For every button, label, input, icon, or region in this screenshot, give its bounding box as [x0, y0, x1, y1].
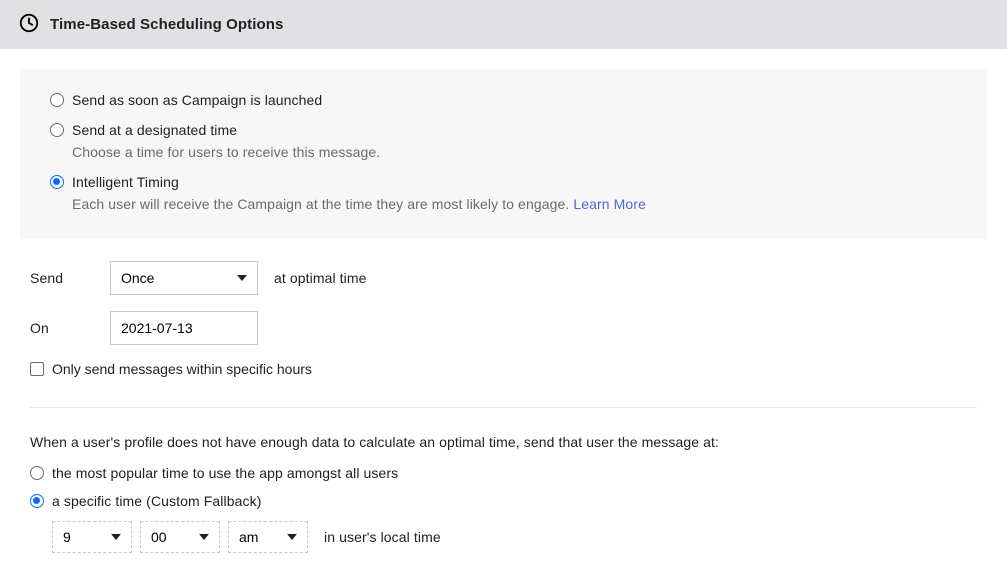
intelligent-help-text: Each user will receive the Campaign at t… — [72, 196, 573, 212]
fallback-minute-select[interactable]: 00 — [140, 521, 220, 553]
fallback-question: When a user's profile does not have enou… — [30, 434, 977, 450]
send-frequency-select[interactable]: Once — [110, 261, 258, 295]
specific-hours-checkbox[interactable] — [30, 362, 44, 376]
radio-fallback-popular-label: the most popular time to use the app amo… — [52, 464, 398, 484]
radio-intelligent-timing-help: Each user will receive the Campaign at t… — [72, 195, 646, 215]
fallback-period-select[interactable]: am — [228, 521, 308, 553]
radio-intelligent-timing[interactable] — [50, 175, 64, 189]
radio-fallback-specific[interactable] — [30, 494, 44, 508]
send-date-input[interactable] — [110, 311, 258, 345]
clock-icon — [18, 12, 40, 37]
send-suffix: at optimal time — [274, 270, 367, 286]
radio-intelligent-timing-label: Intelligent Timing — [72, 173, 646, 193]
radio-send-asap[interactable] — [50, 93, 64, 107]
radio-designated-time-help: Choose a time for users to receive this … — [72, 143, 380, 163]
divider — [30, 407, 977, 408]
fallback-hour-select[interactable]: 9 — [52, 521, 132, 553]
radio-fallback-specific-label: a specific time (Custom Fallback) — [52, 492, 261, 512]
section-title: Time-Based Scheduling Options — [50, 16, 284, 33]
radio-send-asap-label: Send as soon as Campaign is launched — [72, 91, 322, 111]
on-label: On — [30, 320, 110, 336]
radio-designated-time[interactable] — [50, 123, 64, 137]
fallback-tz-note: in user's local time — [324, 529, 441, 545]
radio-fallback-popular[interactable] — [30, 466, 44, 480]
learn-more-link[interactable]: Learn More — [573, 196, 646, 212]
send-label: Send — [30, 270, 110, 286]
specific-hours-label: Only send messages within specific hours — [52, 361, 312, 377]
section-header: Time-Based Scheduling Options — [0, 0, 1007, 49]
schedule-type-panel: Send as soon as Campaign is launched Sen… — [20, 69, 987, 239]
radio-designated-time-label: Send at a designated time — [72, 121, 380, 141]
